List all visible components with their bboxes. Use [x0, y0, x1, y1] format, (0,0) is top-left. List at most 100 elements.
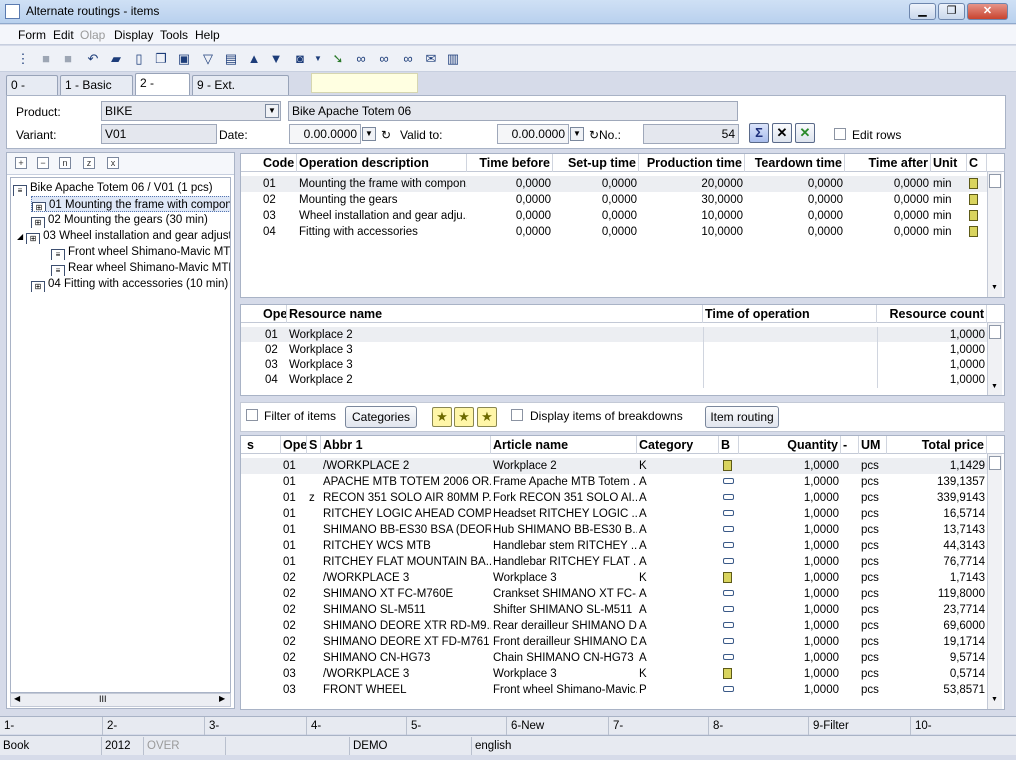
- star-remove-icon[interactable]: ★: [477, 407, 497, 427]
- item-routing-button[interactable]: Item routing: [705, 406, 779, 428]
- fkey-4[interactable]: 4-: [306, 717, 406, 735]
- table-row[interactable]: 03 FRONT WHEEL Front wheel Shimano-Mavic..…: [241, 682, 987, 698]
- tree-node-root[interactable]: ≡ Bike Apache Totem 06 / V01 (1 pcs): [13, 180, 230, 196]
- fkey-2[interactable]: 2-: [102, 717, 204, 735]
- move-down-icon[interactable]: ▼: [267, 50, 285, 68]
- fkey-9[interactable]: 9-Filter: [808, 717, 910, 735]
- col-setup-time[interactable]: Set-up time: [553, 154, 639, 172]
- fkey-8[interactable]: 8-: [708, 717, 808, 735]
- scroll-thumb[interactable]: [989, 456, 1001, 470]
- undo-icon[interactable]: ↶: [84, 50, 102, 68]
- camera-icon[interactable]: ◙: [291, 50, 309, 68]
- table-row[interactable]: 01/WORKPLACE 2 Workplace 2 K 1,0000 pcs 1,142…: [241, 458, 987, 474]
- scroll-thumb[interactable]: [989, 174, 1001, 188]
- table-row[interactable]: 02 Workplace 3 1,0000: [241, 342, 987, 358]
- table-row[interactable]: 01 RITCHEY WCS MTB Handlebar stem RITCHEY …: [241, 538, 987, 554]
- table-row[interactable]: 04 Workplace 2 1,0000: [241, 372, 987, 388]
- col-ope[interactable]: Ope: [281, 436, 307, 454]
- expand-all-icon[interactable]: +: [15, 157, 27, 169]
- cancel-button[interactable]: ✕: [772, 123, 792, 143]
- scroll-right-icon[interactable]: ▶: [219, 694, 225, 703]
- fkey-1[interactable]: 1-: [0, 717, 102, 735]
- collapse-triangle-icon[interactable]: ◢: [17, 232, 23, 241]
- star-add-icon[interactable]: ★: [454, 407, 474, 427]
- fkey-5[interactable]: 5-: [406, 717, 506, 735]
- tree-node-op-02[interactable]: ⊞ 02 Mounting the gears (30 min): [31, 212, 230, 228]
- table-row[interactable]: 02 SHIMANO SL-M511 Shifter SHIMANO SL-M511…: [241, 602, 987, 618]
- maximize-button[interactable]: ❐: [938, 3, 965, 20]
- table-row[interactable]: 03 Workplace 3 1,0000: [241, 357, 987, 373]
- col-time-after[interactable]: Time after: [845, 154, 931, 172]
- col-code[interactable]: Code: [261, 154, 297, 172]
- table-row[interactable]: 02 SHIMANO CN-HG73 Chain SHIMANO CN-HG73 A 1…: [241, 650, 987, 666]
- binoculars-icon[interactable]: ∞: [352, 50, 370, 68]
- fkey-10[interactable]: 10-: [910, 717, 1016, 735]
- tree-option-z-icon[interactable]: z: [83, 157, 95, 169]
- col-dash[interactable]: -: [841, 436, 859, 454]
- table-row[interactable]: 01 Mounting the frame with compon... 0,0…: [241, 176, 987, 192]
- table-row[interactable]: 02 SHIMANO DEORE XTR RD-M9... Rear deraill…: [241, 618, 987, 634]
- scroll-thumb[interactable]: [989, 325, 1001, 339]
- resources-scrollbar[interactable]: ▼: [987, 323, 1002, 395]
- col-unit[interactable]: Unit: [931, 154, 967, 172]
- scroll-thumb[interactable]: III: [99, 694, 107, 704]
- tree-option-x-icon[interactable]: x: [107, 157, 119, 169]
- menu-help[interactable]: Help: [195, 28, 220, 42]
- confirm-button[interactable]: ✕: [795, 123, 815, 143]
- move-up-icon[interactable]: ▲: [245, 50, 263, 68]
- tree-node-op-01[interactable]: ⊞01 Mounting the frame with components: [31, 196, 230, 212]
- scroll-down-icon[interactable]: ▼: [991, 696, 998, 703]
- fkey-7[interactable]: 7-: [608, 717, 708, 735]
- menu-tools[interactable]: Tools: [160, 28, 188, 42]
- clipboard-edit-icon[interactable]: ▥: [444, 50, 462, 68]
- date-refresh-icon[interactable]: ↻: [381, 128, 391, 142]
- display-breakdowns-checkbox[interactable]: [511, 409, 523, 421]
- close-button[interactable]: ✕: [967, 3, 1008, 20]
- filter-items-checkbox[interactable]: [246, 409, 258, 421]
- menu-edit[interactable]: Edit: [53, 28, 74, 42]
- tab-ext-documents[interactable]: 9 - Ext. documents: [192, 75, 289, 110]
- scroll-down-icon[interactable]: ▼: [991, 383, 998, 390]
- tree-option-n-icon[interactable]: n: [59, 157, 71, 169]
- menu-olap[interactable]: Olap: [80, 28, 105, 42]
- open-folder-icon[interactable]: ▰: [107, 50, 125, 68]
- col-resource-name[interactable]: Resource name: [287, 305, 703, 323]
- save-icon[interactable]: ■: [37, 50, 55, 68]
- col-teardown-time[interactable]: Teardown time: [745, 154, 845, 172]
- table-row[interactable]: 02 SHIMANO XT FC-M760E Crankset SHIMANO XT…: [241, 586, 987, 602]
- table-row[interactable]: 01 RITCHEY LOGIC AHEAD COMP... Headset RIT…: [241, 506, 987, 522]
- tree-horizontal-scrollbar[interactable]: ◀ III ▶: [10, 693, 231, 707]
- table-row[interactable]: 01 Workplace 2 1,0000: [241, 327, 987, 343]
- col-s[interactable]: s: [241, 436, 281, 454]
- col-resource-count[interactable]: Resource count: [877, 305, 987, 323]
- items-scrollbar[interactable]: ▼: [987, 454, 1002, 709]
- report-icon[interactable]: ▤: [222, 50, 240, 68]
- variant-field[interactable]: V01: [101, 124, 217, 144]
- scroll-left-icon[interactable]: ◀: [14, 694, 20, 703]
- tree-node-rear-wheel[interactable]: ≡Rear wheel Shimano-Mavic MTB Deore: [51, 260, 230, 276]
- mail-icon[interactable]: ✉: [422, 50, 440, 68]
- no-refresh-icon[interactable]: ↻: [589, 128, 599, 142]
- col-time-before[interactable]: Time before: [467, 154, 553, 172]
- menu-display[interactable]: Display: [114, 28, 153, 42]
- tab-book[interactable]: 0 - Book: [6, 75, 58, 110]
- col-production-time[interactable]: Production time: [639, 154, 745, 172]
- collapse-all-icon[interactable]: −: [37, 157, 49, 169]
- col-article-name[interactable]: Article name: [491, 436, 637, 454]
- product-dropdown-icon[interactable]: ▼: [265, 104, 279, 118]
- menu-form[interactable]: Form: [18, 28, 46, 42]
- duplicate-icon[interactable]: ▣: [175, 50, 193, 68]
- tree-node-op-03[interactable]: ◢⊞03 Wheel installation and gear adjustm…: [17, 228, 230, 244]
- table-row[interactable]: 03 Wheel installation and gear adju... 0…: [241, 208, 987, 224]
- operations-scrollbar[interactable]: ▼: [987, 172, 1002, 297]
- col-b[interactable]: B: [719, 436, 739, 454]
- categories-button[interactable]: Categories: [345, 406, 417, 428]
- tree-node-op-04[interactable]: ⊞ 04 Fitting with accessories (10 min): [31, 276, 230, 292]
- col-time-of-operation[interactable]: Time of operation: [703, 305, 877, 323]
- col-total-price[interactable]: Total price: [887, 436, 987, 454]
- valid-to-dropdown-icon[interactable]: ▼: [570, 127, 584, 141]
- date-field[interactable]: 0.00.0000: [289, 124, 361, 144]
- copy-icon[interactable]: ❐: [152, 50, 170, 68]
- minimize-button[interactable]: ▁: [909, 3, 936, 20]
- dropdown-arrow-icon[interactable]: ▼: [309, 50, 327, 68]
